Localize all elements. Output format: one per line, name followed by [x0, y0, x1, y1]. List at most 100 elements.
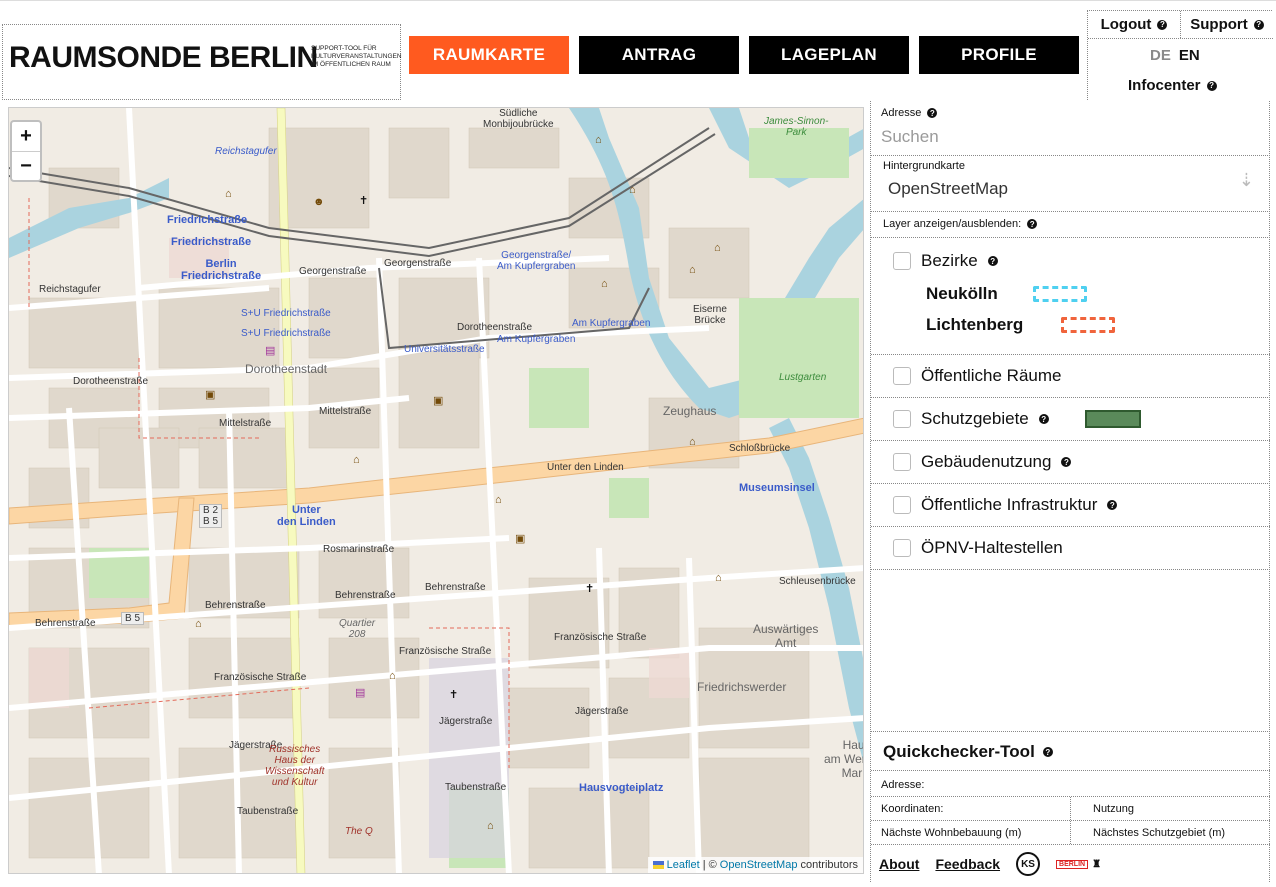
map-label: Französische Straße — [399, 646, 492, 657]
nav-lageplan[interactable]: LAGEPLAN — [749, 36, 909, 74]
help-icon[interactable]: ? — [1027, 219, 1038, 229]
lichtenberg-label: Lichtenberg — [926, 315, 1024, 334]
leaflet-link[interactable]: Leaflet — [667, 859, 700, 871]
logout-label: Logout — [1100, 16, 1152, 33]
map-label: Eiserne Brücke — [693, 304, 727, 326]
library-icon[interactable]: ▣ — [433, 394, 443, 407]
map-label: Mittelstraße — [319, 406, 372, 417]
layer-oeffentliche-raeume[interactable]: Öffentliche Räume — [871, 355, 1270, 398]
lang-en[interactable]: EN — [1179, 47, 1200, 64]
museum-icon[interactable]: ⌂ — [487, 820, 494, 832]
museum-icon[interactable]: ⌂ — [601, 278, 608, 290]
ks-logo: KS — [1016, 852, 1041, 876]
support-button[interactable]: Support ? — [1180, 11, 1273, 38]
map[interactable]: Friedrichstraße Friedrichstraße Berlin F… — [8, 107, 864, 874]
about-link[interactable]: About — [879, 856, 919, 872]
nav-profile[interactable]: PROFILE — [919, 36, 1079, 74]
help-icon[interactable]: ? — [1061, 457, 1072, 467]
lang-de[interactable]: DE — [1150, 47, 1171, 64]
museum-icon[interactable]: ⌂ — [495, 494, 502, 506]
help-icon[interactable]: ? — [1253, 19, 1264, 30]
help-icon[interactable]: ? — [987, 256, 998, 266]
map-label: Dorotheenstraße — [457, 322, 533, 333]
layer-gebaeudenutzung[interactable]: Gebäudenutzung ? — [871, 441, 1270, 484]
church-icon[interactable]: ✝ — [359, 194, 368, 207]
map-label: Behrenstraße — [35, 618, 96, 629]
map-label: Quartier 208 — [339, 618, 376, 640]
checkbox[interactable] — [893, 410, 911, 428]
address-search: Adresse ? Suchen — [871, 101, 1270, 156]
layer-oepnv[interactable]: ÖPNV-Haltestellen — [871, 527, 1270, 570]
theatre-icon[interactable]: ☻ — [313, 196, 325, 208]
map-canvas — [9, 108, 863, 873]
checkbox[interactable] — [893, 496, 911, 514]
shop-icon[interactable]: ▤ — [265, 344, 275, 357]
museum-icon[interactable]: ⌂ — [195, 618, 202, 630]
map-label: Jägerstraße — [439, 716, 493, 727]
quickchecker-header: Quickchecker-Tool ? — [871, 731, 1270, 771]
logout-button[interactable]: Logout ? — [1088, 11, 1180, 38]
shop-icon[interactable]: ▤ — [355, 686, 365, 699]
checkbox[interactable] — [893, 453, 911, 471]
museum-icon[interactable]: ⌂ — [353, 454, 360, 466]
library-icon[interactable]: ▣ — [205, 388, 215, 401]
chevron-down-icon[interactable]: ⇣ — [1239, 170, 1254, 191]
qc-row-adresse: Adresse: — [871, 773, 1270, 797]
attribution-tail: contributors — [800, 859, 858, 871]
museum-icon[interactable]: ⌂ — [689, 264, 696, 276]
account-box: Logout ? Support ? DE EN Infocenter ? — [1087, 10, 1273, 100]
language-switch: DE EN — [1150, 47, 1200, 64]
map-label: Behrenstraße — [335, 590, 396, 601]
logo[interactable]: RAUMSONDE BERLIN SUPPORT-TOOL FÜR KULTUR… — [2, 24, 402, 100]
map-label: Taubenstraße — [445, 782, 507, 793]
map-label: Georgenstraße — [384, 258, 452, 269]
layer-schutzgebiete[interactable]: Schutzgebiete ? — [871, 398, 1270, 441]
museum-icon[interactable]: ⌂ — [629, 184, 636, 196]
museum-icon[interactable]: ⌂ — [595, 134, 602, 146]
help-icon[interactable]: ? — [1038, 414, 1049, 424]
museum-icon[interactable]: ⌂ — [225, 188, 232, 200]
map-label: Reichstagufer — [215, 146, 277, 157]
map-label: Unter den Linden — [547, 462, 624, 473]
museum-icon[interactable]: ⌂ — [715, 572, 722, 584]
map-label: Friedrichswerder — [697, 680, 787, 694]
church-icon[interactable]: ✝ — [449, 688, 458, 701]
map-label: Auswärtiges Amt — [753, 622, 819, 650]
museum-icon[interactable]: ⌂ — [689, 436, 696, 448]
search-input[interactable]: Suchen — [881, 127, 1260, 147]
bezirke-checkbox[interactable] — [893, 252, 911, 270]
map-label: Behrenstraße — [205, 600, 266, 611]
zoom-in-button[interactable]: + — [12, 122, 40, 151]
footer: About Feedback KS BERLIN ♜ — [871, 847, 1270, 881]
layer-infrastruktur[interactable]: Öffentliche Infrastruktur ? — [871, 484, 1270, 527]
osm-link[interactable]: OpenStreetMap — [720, 859, 798, 871]
help-icon[interactable]: ? — [927, 108, 938, 118]
museum-icon[interactable]: ⌂ — [714, 242, 721, 254]
zoom-out-button[interactable]: − — [12, 151, 40, 180]
museum-icon[interactable]: ⌂ — [389, 670, 396, 682]
church-icon[interactable]: ✝ — [585, 582, 594, 595]
bg-value: OpenStreetMap — [888, 179, 1009, 198]
checkbox[interactable] — [893, 367, 911, 385]
help-icon[interactable]: ? — [1107, 500, 1118, 510]
address-label-row: Adresse ? — [881, 107, 1260, 119]
library-icon[interactable]: ▣ — [515, 532, 525, 545]
map-label: Lustgarten — [779, 372, 827, 383]
checkbox[interactable] — [893, 539, 911, 557]
qc-koordinaten: Koordinaten: — [871, 797, 1071, 820]
berlin-logo: BERLIN ♜ — [1056, 859, 1101, 870]
help-icon[interactable]: ? — [1206, 80, 1217, 91]
lichtenberg-swatch — [1061, 317, 1115, 333]
infocenter-link[interactable]: Infocenter ? — [1128, 77, 1217, 94]
ukraine-flag-icon — [652, 861, 664, 870]
nav-antrag[interactable]: ANTRAG — [579, 36, 739, 74]
help-icon[interactable]: ? — [1157, 19, 1168, 30]
map-label: Dorotheenstadt — [245, 362, 328, 376]
nav-raumkarte[interactable]: RAUMKARTE — [409, 36, 569, 74]
feedback-link[interactable]: Feedback — [935, 856, 1000, 872]
background-map-select[interactable]: Hintergrundkarte OpenStreetMap ⇣ — [871, 156, 1270, 212]
map-label: Hausvogteiplatz — [579, 782, 664, 794]
help-icon[interactable]: ? — [1042, 747, 1053, 757]
qc-wohnbebauung: Nächste Wohnbebauung (m) — [871, 821, 1071, 844]
neukoelln-label: Neukölln — [926, 284, 998, 303]
